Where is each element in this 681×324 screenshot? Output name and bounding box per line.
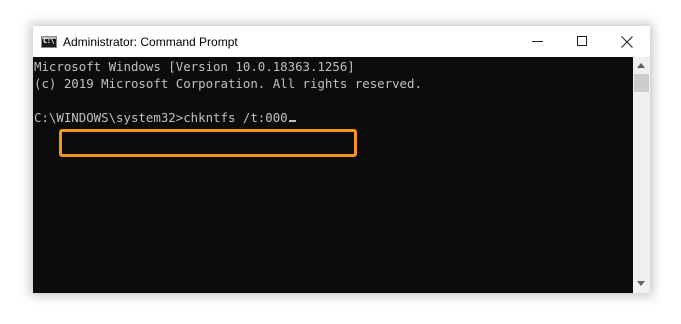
console-command-text: chkntfs /t:000 bbox=[183, 110, 288, 125]
scrollbar-thumb[interactable] bbox=[634, 74, 649, 92]
maximize-button[interactable] bbox=[560, 26, 605, 57]
minimize-icon bbox=[532, 41, 543, 42]
close-button[interactable] bbox=[605, 26, 650, 57]
console-output-area[interactable]: Microsoft Windows [Version 10.0.18363.12… bbox=[33, 57, 633, 293]
minimize-button[interactable] bbox=[515, 26, 560, 57]
icon-prompt-text: C:\ bbox=[43, 37, 55, 45]
command-highlight-box bbox=[59, 129, 357, 157]
console-version-line: Microsoft Windows [Version 10.0.18363.12… bbox=[34, 59, 355, 74]
title-bar[interactable]: C:\ Administrator: Command Prompt bbox=[33, 26, 650, 57]
text-cursor bbox=[288, 120, 296, 122]
scroll-down-arrow-icon[interactable] bbox=[637, 281, 645, 286]
window-title: Administrator: Command Prompt bbox=[63, 35, 238, 49]
command-prompt-window: C:\ Administrator: Command Prompt Micros… bbox=[33, 26, 650, 293]
close-icon bbox=[621, 36, 633, 48]
console-command-line[interactable]: C:\WINDOWS\system32>chkntfs /t:000 bbox=[34, 109, 296, 126]
console-copyright-line: (c) 2019 Microsoft Corporation. All righ… bbox=[34, 76, 422, 91]
vertical-scrollbar[interactable] bbox=[633, 57, 650, 293]
scroll-up-arrow-icon[interactable] bbox=[637, 63, 645, 68]
console-prompt: C:\WINDOWS\system32> bbox=[34, 110, 184, 125]
command-prompt-icon: C:\ bbox=[41, 36, 57, 48]
maximize-icon bbox=[577, 36, 587, 46]
